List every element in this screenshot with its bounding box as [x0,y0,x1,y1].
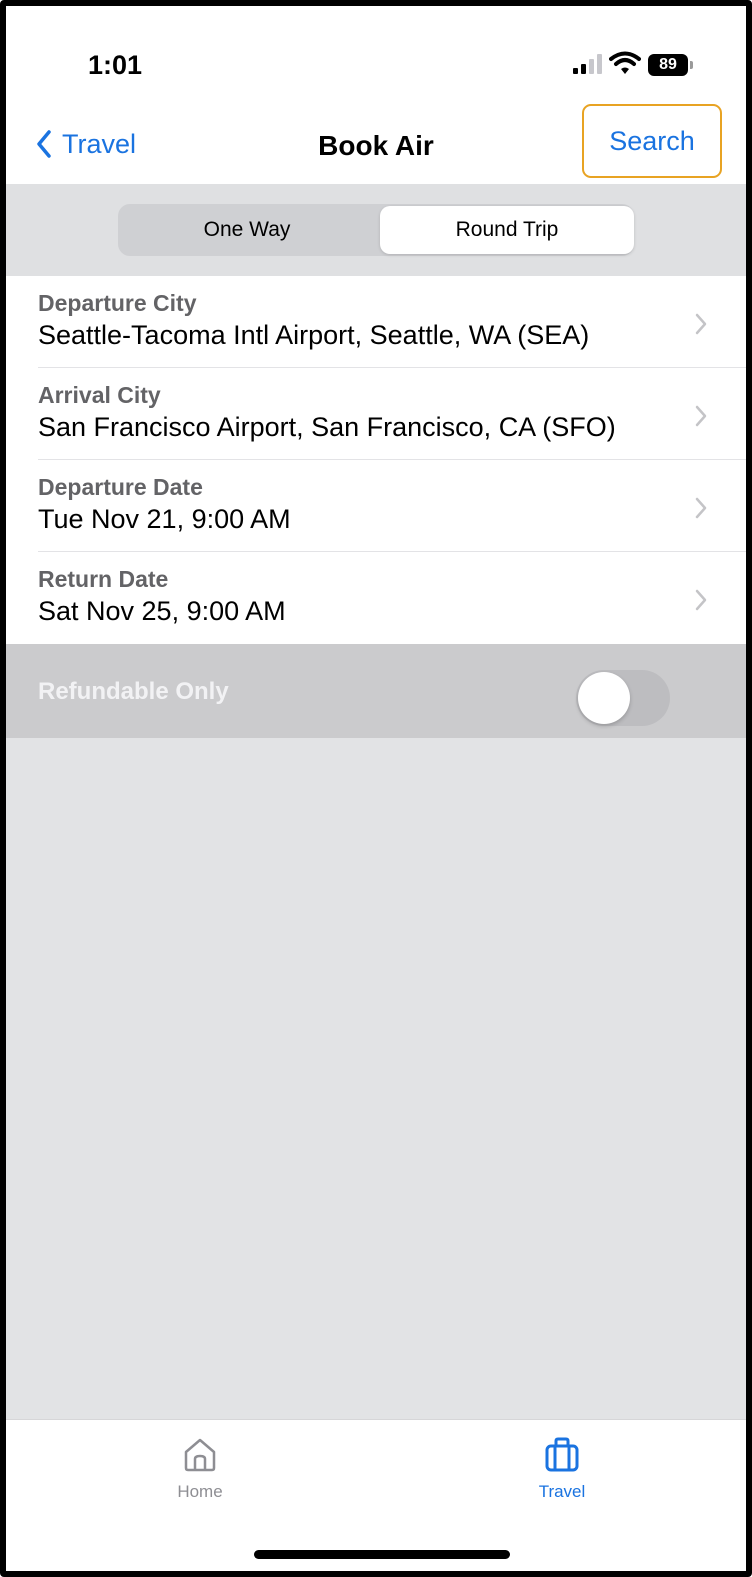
phone-screen: 1:01 89 Travel Book Air Search One Way R… [0,0,752,1577]
departure-date-label: Departure Date [38,474,203,500]
refundable-only-toggle[interactable] [576,670,670,726]
back-label: Travel [62,128,137,159]
arrival-city-label: Arrival City [38,382,161,408]
chevron-right-icon [695,405,707,427]
page-title: Book Air [318,130,434,161]
chevron-right-icon [695,589,707,611]
return-date-value: Sat Nov 25, 9:00 AM [38,596,286,626]
trip-type-segmented-control: One Way Round Trip [118,204,634,256]
tab-home-label: Home [177,1482,223,1501]
toggle-knob [578,672,630,724]
refundable-only-row: Refundable Only [6,644,746,738]
chevron-right-icon [695,497,707,519]
home-indicator[interactable] [254,1550,510,1559]
battery-level: 89 [659,56,677,73]
battery-icon: 89 [648,54,688,76]
arrival-city-row[interactable]: Arrival City San Francisco Airport, San … [6,368,746,460]
tab-travel-label: Travel [538,1482,586,1501]
navigation-bar: Travel Book Air Search [6,104,746,184]
search-label: Search [609,125,695,156]
chevron-left-icon [37,130,51,158]
chevron-right-icon [695,313,707,335]
departure-date-value: Tue Nov 21, 9:00 AM [38,504,291,534]
wifi-icon [609,51,641,74]
return-date-row[interactable]: Return Date Sat Nov 25, 9:00 AM [6,552,746,644]
return-date-label: Return Date [38,566,169,592]
trip-details-list: Departure City Seattle-Tacoma Intl Airpo… [6,276,746,644]
departure-city-value: Seattle-Tacoma Intl Airport, Seattle, WA… [38,320,590,350]
home-icon [184,1438,216,1472]
status-time: 1:01 [88,50,143,80]
battery-cap [690,61,693,69]
cellular-signal-icon [573,54,602,74]
segment-one-way[interactable]: One Way [120,206,374,254]
departure-date-row[interactable]: Departure Date Tue Nov 21, 9:00 AM [6,460,746,552]
tab-travel[interactable]: Travel [502,1434,622,1502]
departure-city-label: Departure City [38,290,197,316]
suitcase-icon [545,1437,579,1472]
arrival-city-value: San Francisco Airport, San Francisco, CA… [38,412,616,442]
trip-type-section: One Way Round Trip [6,184,746,276]
tab-home[interactable]: Home [140,1434,260,1502]
segment-round-trip[interactable]: Round Trip [380,206,634,254]
refundable-only-label: Refundable Only [38,678,229,705]
status-bar: 1:01 89 [6,6,746,106]
search-button[interactable]: Search [582,104,722,178]
departure-city-row[interactable]: Departure City Seattle-Tacoma Intl Airpo… [6,276,746,368]
back-button[interactable]: Travel [36,124,136,164]
